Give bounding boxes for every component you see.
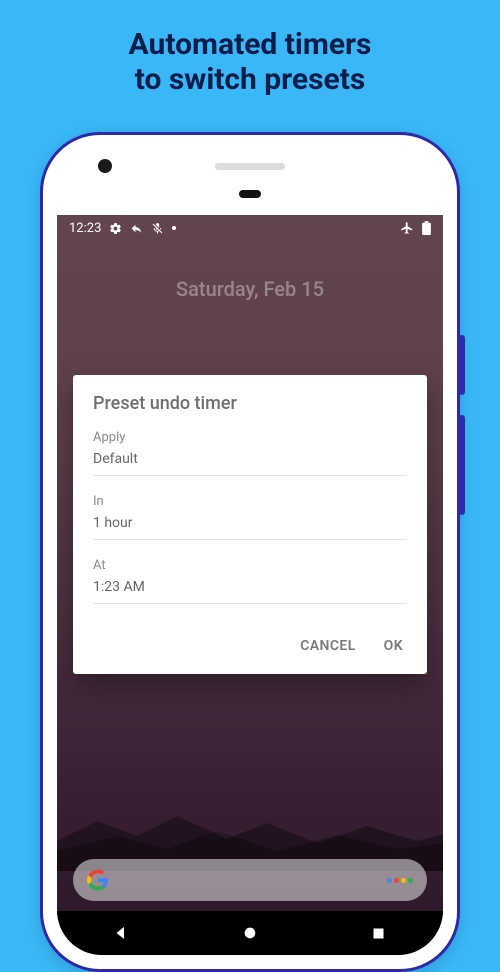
cancel-button[interactable]: CANCEL <box>300 638 355 654</box>
field-in[interactable]: In 1 hour <box>93 494 407 540</box>
preset-undo-timer-dialog: Preset undo timer Apply Default In 1 hou… <box>73 375 427 674</box>
screen: 12:23 Saturday, <box>57 215 443 955</box>
field-apply[interactable]: Apply Default <box>93 430 407 476</box>
phone-frame: 12:23 Saturday, <box>40 132 460 972</box>
dialog-title: Preset undo timer <box>93 393 407 414</box>
google-search-bar[interactable] <box>73 859 427 901</box>
google-g-icon <box>87 869 109 891</box>
dot-icon <box>172 226 176 230</box>
android-navbar <box>57 911 443 955</box>
field-label: Apply <box>93 430 407 445</box>
phone-side-button <box>459 335 465 395</box>
front-camera <box>98 159 112 173</box>
status-time: 12:23 <box>69 221 101 236</box>
airplane-icon <box>400 221 414 235</box>
nav-home-button[interactable] <box>239 922 261 944</box>
field-label: In <box>93 494 407 509</box>
status-bar: 12:23 <box>57 215 443 241</box>
dialog-actions: CANCEL OK <box>93 622 407 664</box>
ok-button[interactable]: OK <box>384 638 403 654</box>
phone-side-button <box>459 415 465 515</box>
sensor <box>239 190 261 198</box>
wallpaper-date: Saturday, Feb 15 <box>57 277 443 301</box>
nav-back-button[interactable] <box>110 922 132 944</box>
field-value: 1 hour <box>93 515 407 540</box>
field-value: Default <box>93 451 407 476</box>
field-value: 1:23 AM <box>93 579 407 604</box>
battery-icon <box>422 221 431 235</box>
gear-icon <box>109 222 122 235</box>
mic-off-icon <box>151 222 164 235</box>
assistant-icon <box>387 878 413 883</box>
earpiece <box>215 163 285 170</box>
field-label: At <box>93 558 407 573</box>
reply-icon <box>130 222 143 235</box>
marketing-headline: Automated timersto switch presets <box>0 0 500 121</box>
nav-recent-button[interactable] <box>368 922 390 944</box>
field-at[interactable]: At 1:23 AM <box>93 558 407 604</box>
